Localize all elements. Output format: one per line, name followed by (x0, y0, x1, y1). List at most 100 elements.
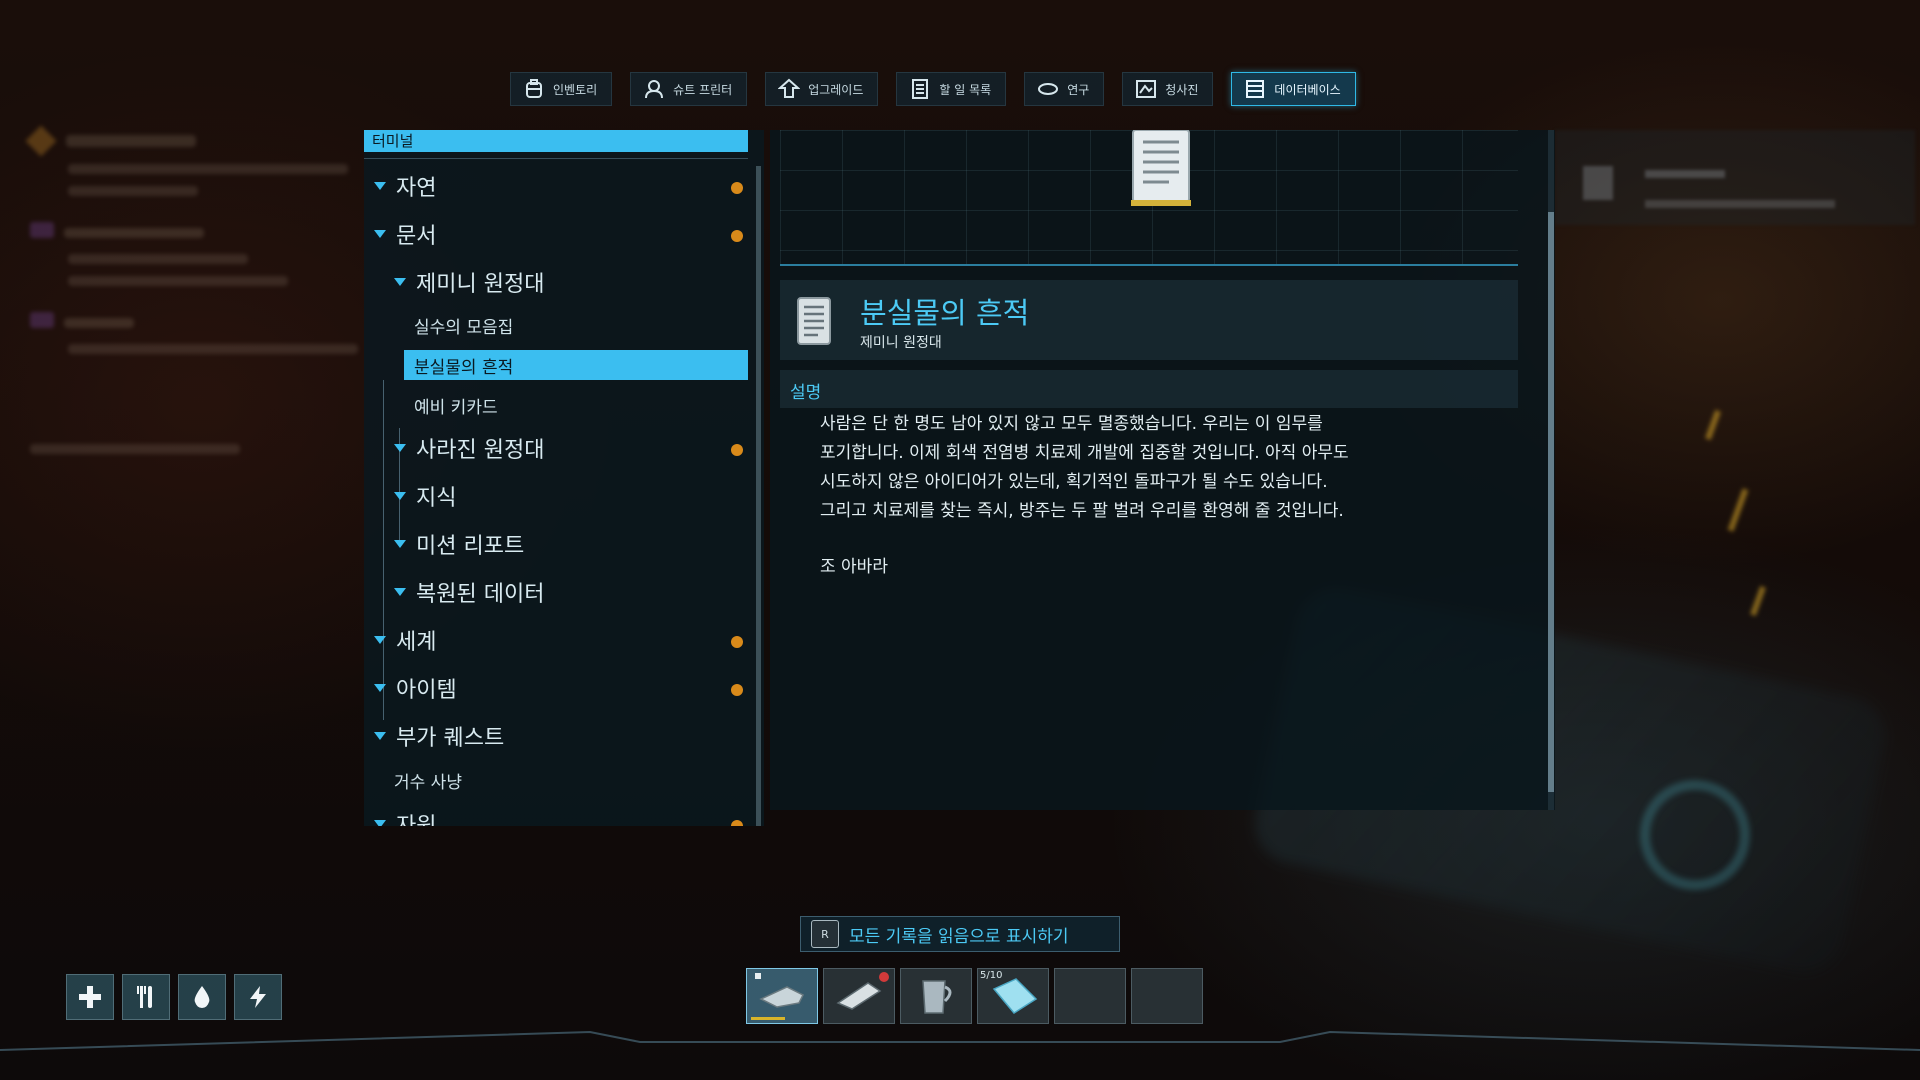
tree-item-lost-expedition[interactable]: 사라진 원정대 (394, 432, 544, 464)
chevron-down-icon (374, 182, 386, 190)
tab-upgrade[interactable]: 업그레이드 (765, 72, 879, 106)
tree-item-label: 예비 키카드 (414, 398, 498, 418)
tree-item-gemini-expedition[interactable]: 제미니 원정대 (394, 266, 544, 298)
tab-database[interactable]: 데이터베이스 (1231, 72, 1356, 106)
detail-scrollbar[interactable] (1548, 130, 1554, 810)
backpack-icon (523, 78, 545, 100)
tab-research[interactable]: 연구 (1024, 72, 1105, 106)
chevron-down-icon (394, 540, 406, 548)
tree-leaf-mistakes-collection[interactable]: 실수의 모음집 (414, 313, 513, 338)
chevron-down-icon (374, 636, 386, 644)
tree-item-mission-report[interactable]: 미션 리포트 (394, 528, 524, 560)
background-spark (1727, 488, 1749, 532)
chevron-down-icon (394, 444, 406, 452)
body-line: 사람은 단 한 명도 남아 있지 않고 모두 멸종했습니다. 우리는 이 임무를 (820, 414, 1323, 434)
tree-item-recovered-data[interactable]: 복원된 데이터 (394, 576, 544, 608)
tab-label: 인벤토리 (553, 82, 598, 97)
chevron-down-icon (374, 230, 386, 238)
main-tab-bar: 인벤토리 슈트 프린터 업그레이드 할 일 목록 연구 청사진 데이터베이스 (510, 72, 1356, 106)
new-entry-dot (731, 182, 743, 194)
tree-item-label: 미션 리포트 (416, 534, 525, 559)
chevron-down-icon (394, 278, 406, 286)
background-notification (1555, 130, 1915, 225)
tab-todo-list[interactable]: 할 일 목록 (896, 72, 1007, 106)
new-entry-dot (731, 230, 743, 242)
tab-label: 데이터베이스 (1274, 82, 1341, 97)
background-spark (1750, 585, 1766, 617)
tree-item-label: 아이템 (396, 678, 457, 703)
food-icon (122, 974, 170, 1020)
hotbar-slot-empty[interactable] (1054, 968, 1126, 1024)
chevron-down-icon (394, 588, 406, 596)
new-entry-dot (731, 684, 743, 696)
background-spark (1705, 409, 1721, 441)
tree-item-label: 제미니 원정대 (416, 272, 545, 297)
scrollbar-thumb[interactable] (1548, 212, 1554, 792)
tree-scrollbar[interactable] (756, 166, 761, 826)
tree-leaf-spare-keycard[interactable]: 예비 키카드 (414, 393, 498, 418)
tree-item-items[interactable]: 아이템 (374, 672, 457, 704)
hotbar-slot-empty[interactable] (1131, 968, 1203, 1024)
database-icon (1244, 78, 1266, 100)
tab-inventory[interactable]: 인벤토리 (510, 72, 613, 106)
tab-label: 업그레이드 (808, 82, 864, 97)
new-entry-dot (731, 444, 743, 456)
tree-header: 터미널 (364, 130, 748, 152)
new-entry-dot (731, 636, 743, 648)
water-icon (178, 974, 226, 1020)
tab-blueprint[interactable]: 청사진 (1122, 72, 1214, 106)
tab-suit-printer[interactable]: 슈트 프린터 (630, 72, 748, 106)
tree-leaf-giant-hunt[interactable]: 거수 사냥 (394, 768, 462, 793)
divider (364, 158, 748, 159)
document-icon (797, 297, 831, 345)
mark-all-read-label: 모든 기록을 읽음으로 표시하기 (849, 926, 1069, 947)
tree-branch-line (383, 380, 384, 720)
tree-item-knowledge[interactable]: 지식 (394, 480, 456, 512)
hotbar-slot-multitool[interactable] (746, 968, 818, 1024)
background-quest-tracker (25, 125, 370, 454)
hud-frame-line (0, 1030, 1920, 1051)
scanner-icon (836, 972, 889, 1010)
entry-title: 분실물의 흔적 (860, 296, 1030, 330)
chevron-down-icon (394, 492, 406, 500)
entry-body: 사람은 단 한 명도 남아 있지 않고 모두 멸종했습니다. 우리는 이 임무를… (820, 410, 1460, 526)
mark-all-read-button[interactable]: R 모든 기록을 읽음으로 표시하기 (800, 916, 1120, 952)
suit-printer-icon (643, 78, 665, 100)
hotbar-slot-scanner[interactable] (823, 968, 895, 1024)
tab-label: 연구 (1067, 82, 1090, 97)
energy-icon (234, 974, 282, 1020)
entry-title-bar: 분실물의 흔적 제미니 원정대 (780, 280, 1518, 360)
tree-item-side-quests[interactable]: 부가 퀘스트 (374, 720, 504, 752)
description-header: 설명 (780, 370, 1518, 408)
tree-item-documents[interactable]: 문서 (374, 218, 436, 250)
tree-item-label: 자연 (396, 176, 437, 201)
tree-item-label: 문서 (396, 224, 437, 249)
health-icon (66, 974, 114, 1020)
database-tree-panel: 터미널 자연 문서 제미니 원정대 실수의 모음집 분실물의 흔적 예비 키카드… (364, 130, 764, 826)
tab-label: 슈트 프린터 (673, 82, 733, 97)
background-ring (1640, 780, 1750, 890)
entry-detail-panel: 분실물의 흔적 제미니 원정대 설명 사람은 단 한 명도 남아 있지 않고 모… (770, 130, 1555, 810)
body-line: 포기합니다. 이제 회색 전염병 치료제 개발에 집중할 것입니다. 아직 아무… (820, 443, 1349, 463)
chevron-down-icon (374, 820, 386, 826)
hotbar-slot-ice-crystal[interactable]: 5/10 (977, 968, 1049, 1024)
body-line: 그리고 치료제를 찾는 즉시, 방주는 두 팔 벌려 우리를 환영해 줄 것입니… (820, 501, 1344, 521)
item-count: 5/10 (980, 970, 1003, 981)
mug-icon (922, 980, 952, 1014)
tree-item-label: 복원된 데이터 (416, 582, 545, 607)
keybind-hint: R (811, 920, 839, 948)
tree-leaf-traces-of-lost[interactable]: 분실물의 흔적 (414, 353, 513, 378)
body-line: 시도하지 않은 아이디어가 있는데, 획기적인 돌파구가 될 수도 있습니다. (820, 472, 1328, 492)
hotbar-slot-mug[interactable] (900, 968, 972, 1024)
tree-item-world[interactable]: 세계 (374, 624, 436, 656)
new-entry-dot (731, 820, 743, 826)
tab-label: 청사진 (1165, 82, 1199, 97)
tree-item-resources[interactable]: 자원 (374, 808, 436, 826)
tree-item-label: 분실물의 흔적 (414, 358, 514, 378)
multitool-icon (755, 973, 805, 1008)
tree-item-nature[interactable]: 자연 (374, 170, 436, 202)
tab-label: 할 일 목록 (939, 82, 992, 97)
tree-item-label: 실수의 모음집 (414, 318, 514, 338)
checklist-icon (909, 78, 931, 100)
tree-item-label: 부가 퀘스트 (396, 726, 505, 751)
